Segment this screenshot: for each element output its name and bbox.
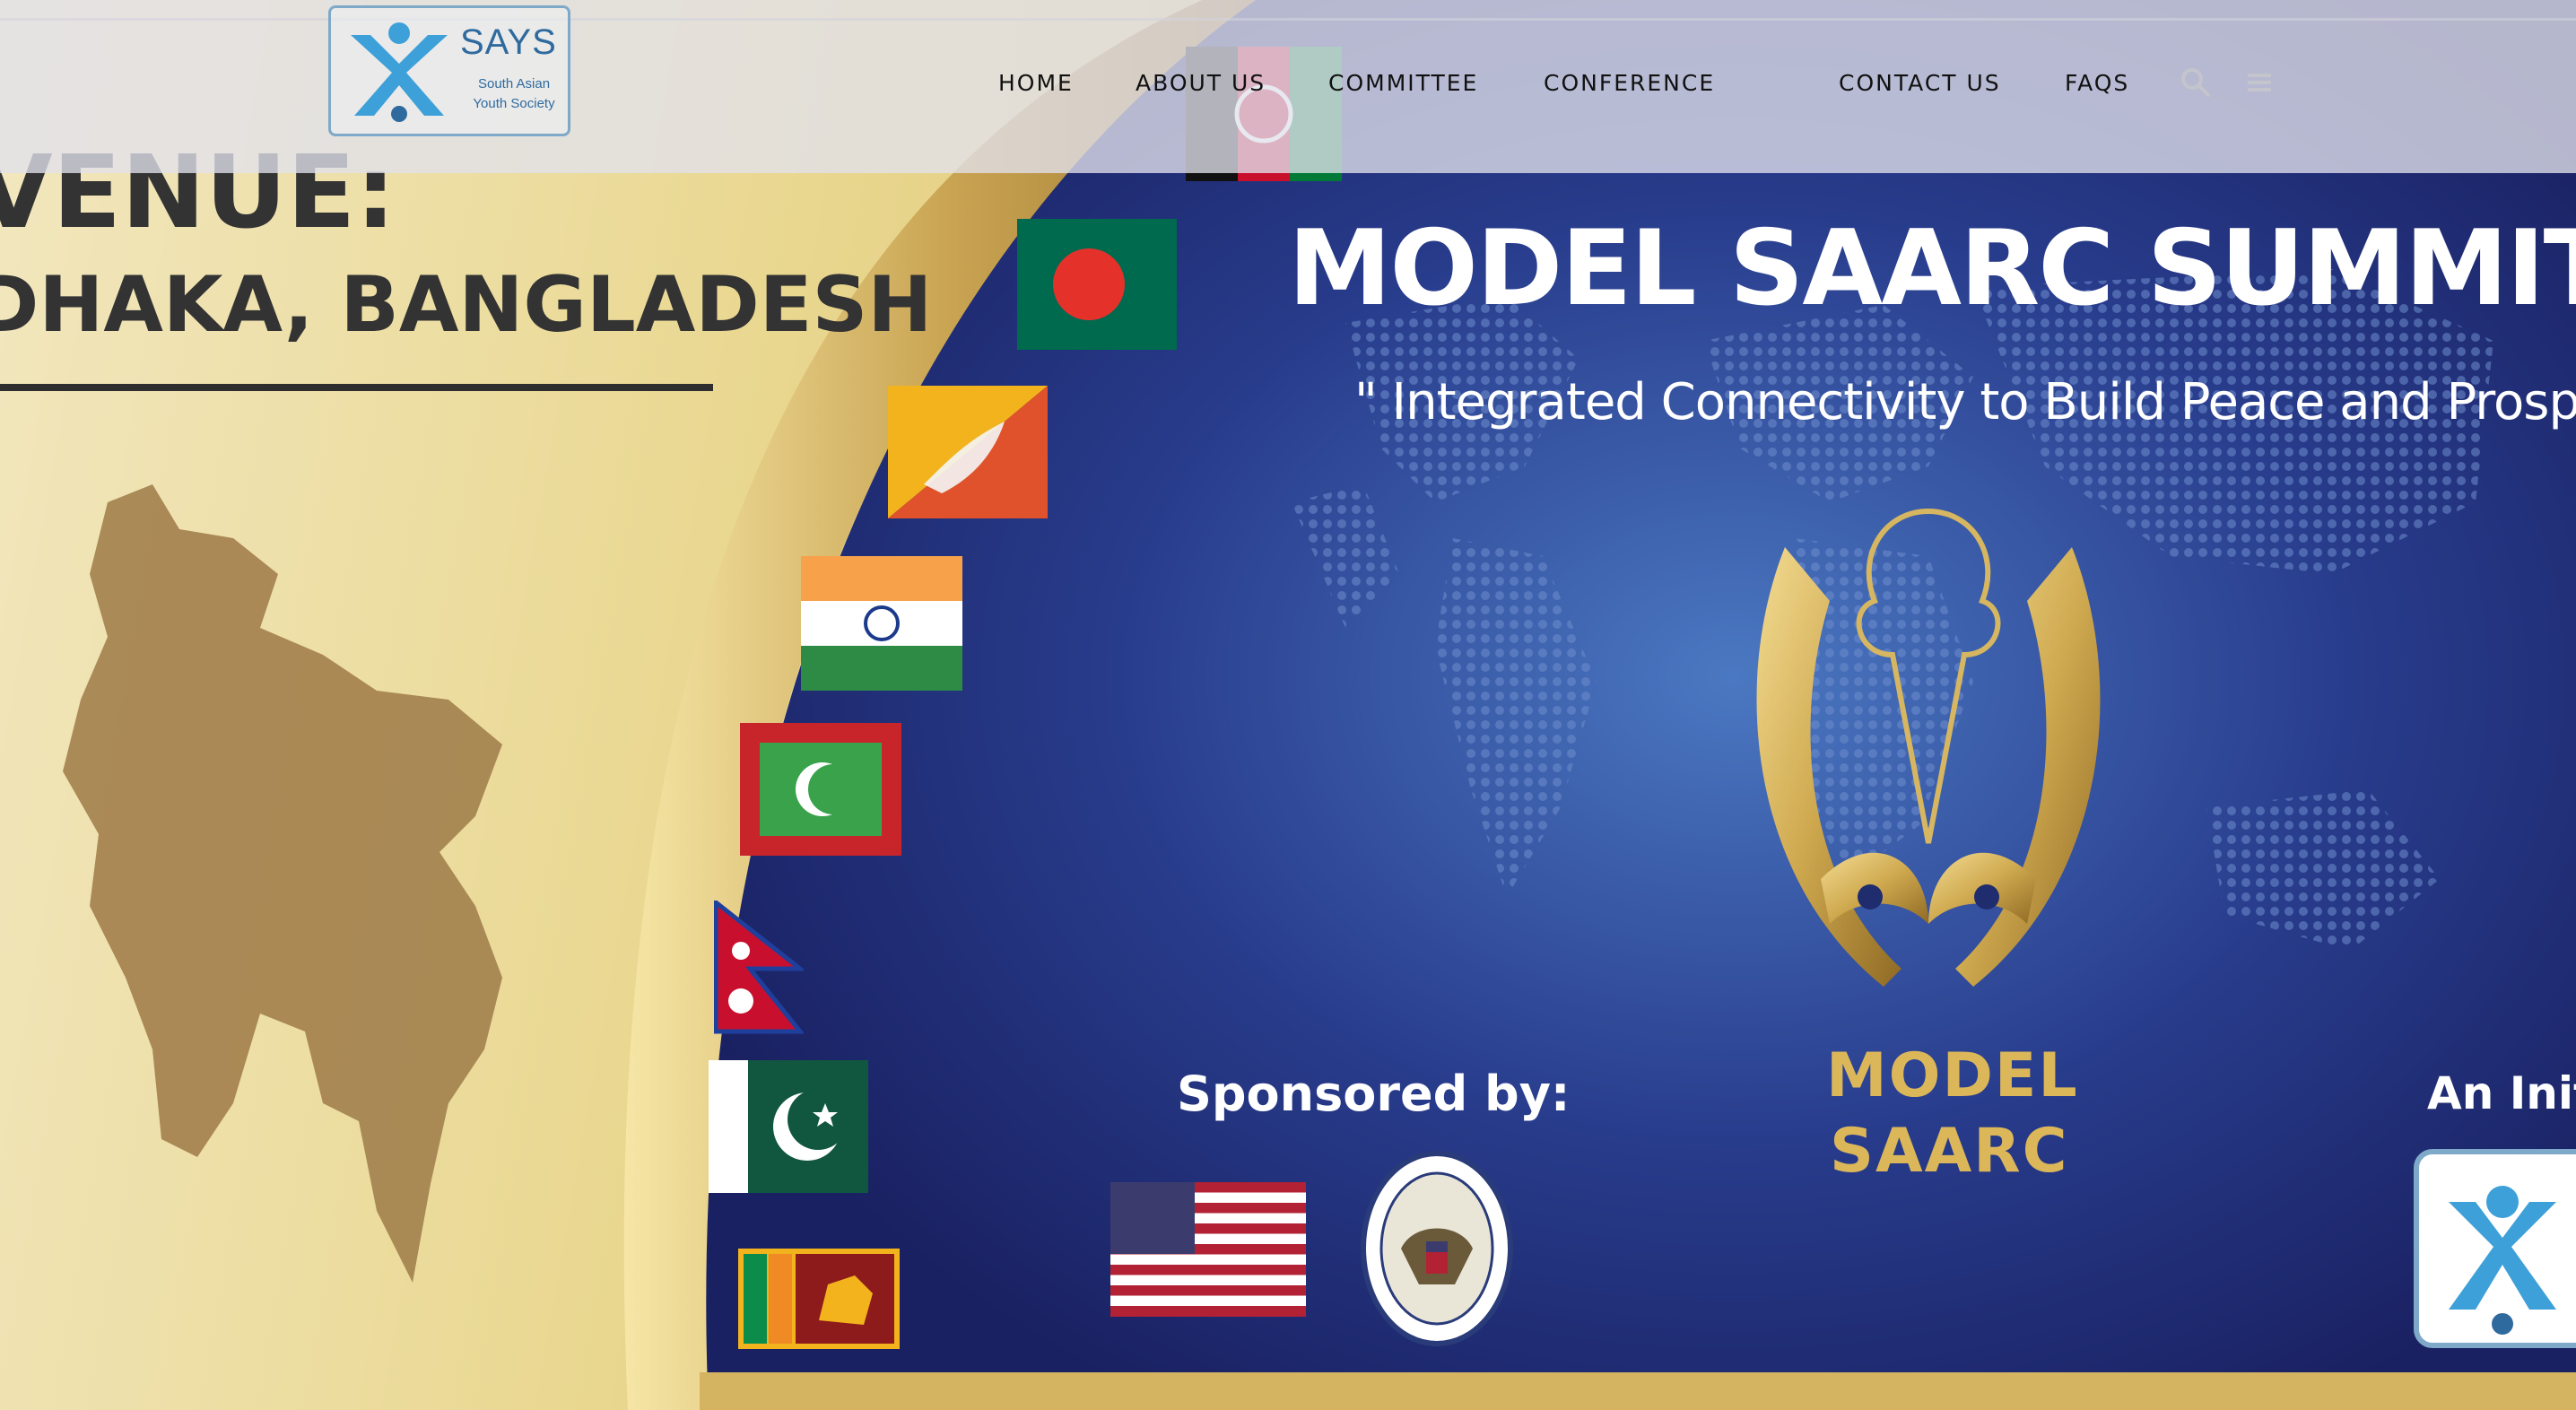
sponsored-by-label: Sponsored by:	[1177, 1066, 1571, 1122]
search-icon[interactable]	[2178, 65, 2214, 100]
menu-icon[interactable]	[2242, 65, 2278, 100]
says-logo-figure-icon	[351, 22, 448, 122]
usa-flag	[1110, 1182, 1306, 1317]
logo-subtitle: South Asian Youth Society	[473, 76, 555, 111]
nav-conference[interactable]: CONFERENCE	[1544, 70, 1715, 96]
sri-lanka-flag	[738, 1249, 900, 1349]
nav-faqs[interactable]: FAQS	[2065, 70, 2129, 96]
nav-committee[interactable]: COMMITTEE	[1328, 70, 1478, 96]
emblem-saarc-label: SAARC	[1830, 1116, 2069, 1187]
india-flag	[801, 556, 962, 691]
maldives-flag	[740, 723, 901, 856]
nav-home[interactable]: HOME	[998, 70, 1074, 96]
bangladesh-map-graphic	[63, 484, 502, 1283]
summit-tagline: " Integrated Connectivity to Build Peace…	[1354, 373, 2576, 431]
says-logo[interactable]: SAYS South Asian Youth Society	[328, 5, 570, 136]
initiative-label: An Initiative of	[2427, 1067, 2576, 1119]
bhutan-flag	[888, 386, 1048, 518]
bangladesh-flag	[1017, 219, 1177, 350]
says-initiative-logo	[2414, 1149, 2576, 1348]
logo-name: SAYS	[460, 22, 557, 62]
nav-about-us[interactable]: ABOUT US	[1136, 70, 1266, 96]
department-of-state-seal	[1361, 1151, 1513, 1346]
summit-title: MODEL SAARC SUMMIT 2015	[1288, 208, 2576, 329]
emblem-model-label: MODEL	[1826, 1040, 2079, 1111]
nav-contact-us[interactable]: CONTACT US	[1839, 70, 2001, 96]
nepal-flag	[714, 901, 804, 1034]
hero-banner: VENUE: DHAKA, BANGLADESH MODEL SAARC SUM…	[0, 0, 2576, 1410]
pakistan-flag	[709, 1060, 868, 1193]
venue-location: DHAKA, BANGLADESH	[0, 260, 933, 350]
model-saarc-emblem-icon	[1756, 508, 2101, 987]
venue-divider	[0, 384, 713, 391]
